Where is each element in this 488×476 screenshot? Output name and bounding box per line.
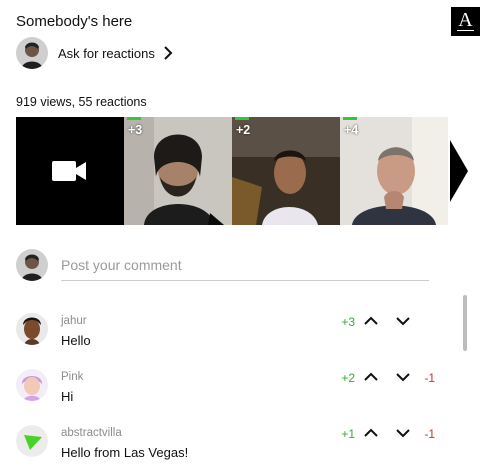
reaction-count: +2 (236, 123, 251, 137)
comment-composer (16, 248, 429, 281)
logo-letter: A (458, 9, 473, 31)
scrollbar[interactable] (463, 295, 467, 351)
avatar (16, 248, 48, 281)
ask-for-reactions-label: Ask for reactions (58, 45, 155, 61)
avatar (16, 313, 48, 345)
comment-username[interactable]: abstractvilla (61, 427, 122, 439)
logo-underline (457, 30, 474, 31)
reaction-video-tile[interactable]: +4 (340, 117, 448, 225)
video-camera-icon (52, 161, 86, 181)
comment-text: Hello from Las Vegas! (61, 445, 189, 460)
comment-input[interactable] (61, 248, 429, 281)
record-reaction-button[interactable] (16, 117, 124, 225)
reaction-count: +3 (128, 123, 143, 137)
upvote-count: +2 (341, 371, 355, 385)
reaction-bar (235, 117, 249, 120)
upvote-count: +3 (341, 315, 355, 329)
views-reactions-count: 919 views, 55 reactions (16, 95, 147, 109)
reaction-count: +4 (344, 123, 359, 137)
list-item: Pink Hi +2 -1 (16, 369, 440, 419)
chevron-up-icon[interactable] (363, 425, 379, 441)
chevron-down-icon[interactable] (395, 425, 411, 441)
ask-for-reactions-button[interactable]: Ask for reactions (16, 37, 174, 69)
reaction-strip: +3 +2 +4 (16, 117, 448, 225)
avatar (16, 369, 48, 401)
reaction-video-tile[interactable]: +3 (124, 117, 232, 225)
list-item: jahur Hello +3 (16, 313, 440, 363)
chevron-up-icon[interactable] (363, 313, 379, 329)
avatar (16, 425, 48, 457)
avatar (16, 37, 48, 69)
reaction-video-tile[interactable]: +2 (232, 117, 340, 225)
app-logo: A (451, 7, 480, 36)
chevron-up-icon[interactable] (363, 369, 379, 385)
comment-username[interactable]: Pink (61, 371, 83, 383)
play-triangle-icon[interactable] (450, 140, 468, 202)
comment-text: Hello (61, 333, 91, 348)
list-item: abstractvilla Hello from Las Vegas! +1 -… (16, 425, 440, 475)
chevron-right-icon (164, 46, 173, 60)
reaction-bar (343, 117, 357, 120)
comment-username[interactable]: jahur (61, 315, 87, 327)
upvote-count: +1 (341, 427, 355, 441)
chevron-down-icon[interactable] (395, 313, 411, 329)
reaction-bar (127, 117, 141, 120)
page-title: Somebody's here (16, 13, 133, 30)
downvote-count: -1 (424, 427, 435, 441)
chevron-down-icon[interactable] (395, 369, 411, 385)
downvote-count: -1 (424, 371, 435, 385)
comment-text: Hi (61, 389, 74, 404)
